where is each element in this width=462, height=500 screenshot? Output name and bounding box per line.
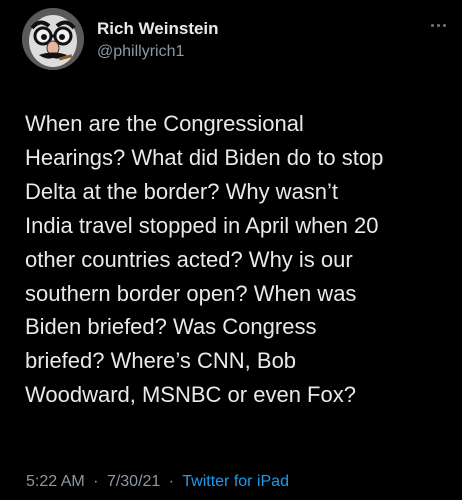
tweet-line: Woodward, MSNBC or even Fox? xyxy=(25,382,356,408)
tweet-line: other countries acted? Why is our xyxy=(25,246,353,272)
tweet-source-link[interactable]: Twitter for iPad xyxy=(182,473,289,490)
tweet-text: When are the Congressional Hearings? Wha… xyxy=(25,107,455,412)
meta-separator: · xyxy=(93,473,99,490)
meta-separator: · xyxy=(168,473,175,490)
dot xyxy=(436,23,440,27)
tweet-line: Biden briefed? Was Congress xyxy=(25,314,317,340)
tweet-line: briefed? Where’s CNN, Bob xyxy=(25,348,297,374)
dot xyxy=(442,23,446,27)
author-handle[interactable]: @phillyrich1 xyxy=(97,43,184,61)
avatar[interactable] xyxy=(22,8,84,70)
author-name[interactable]: Rich Weinstein xyxy=(97,19,219,39)
tweet-line: Hearings? What did Biden do to stop xyxy=(25,144,384,170)
tweet-line: Delta at the border? Why wasn’t xyxy=(25,178,339,204)
dot xyxy=(430,23,434,27)
tweet-line: India travel stopped in April when 20 xyxy=(25,212,379,238)
tweet-date[interactable]: 7/30/21 xyxy=(107,473,160,490)
tweet-time[interactable]: 5:22 AM xyxy=(26,473,85,490)
groucho-glasses-avatar-icon xyxy=(22,8,84,70)
tweet-meta: 5:22 AM · 7/30/21 · Twitter for iPad xyxy=(26,473,289,491)
tweet-line: southern border open? When was xyxy=(25,280,357,306)
more-dots-icon[interactable] xyxy=(428,20,448,30)
tweet-line: When are the Congressional xyxy=(25,111,304,136)
